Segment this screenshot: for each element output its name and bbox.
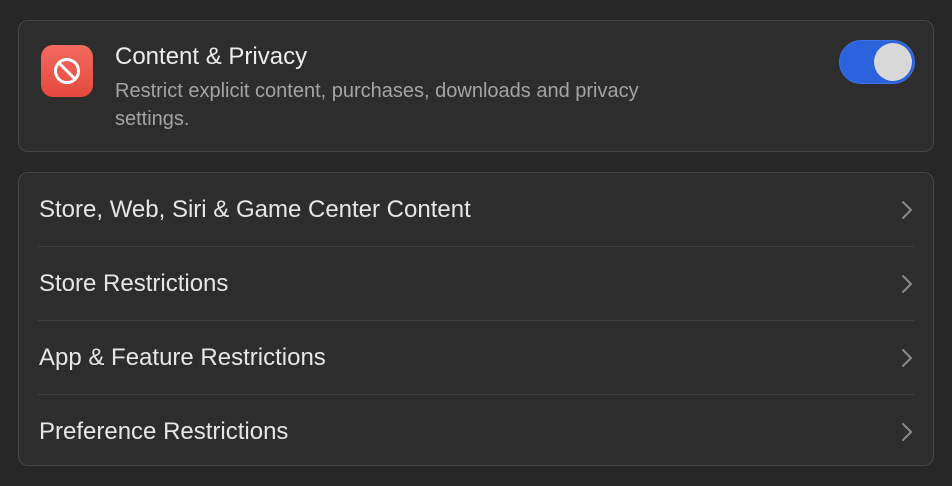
row-label: Preference Restrictions [39, 418, 289, 445]
toggle-knob[interactable] [874, 43, 912, 81]
content-privacy-header-card: Content & Privacy Restrict explicit cont… [18, 20, 934, 152]
restriction-icon [41, 45, 93, 97]
row-label: Store Restrictions [39, 270, 229, 297]
content-privacy-toggle[interactable] [839, 40, 915, 84]
row-label: App & Feature Restrictions [39, 344, 326, 371]
chevron-right-icon [902, 201, 912, 219]
row-store-web-siri-game-center[interactable]: Store, Web, Siri & Game Center Content [19, 173, 933, 246]
header-description: Restrict explicit content, purchases, do… [115, 80, 639, 130]
row-store-restrictions[interactable]: Store Restrictions [19, 247, 933, 320]
chevron-right-icon [902, 423, 912, 441]
header-title: Content & Privacy [115, 43, 308, 70]
row-preference-restrictions[interactable]: Preference Restrictions [19, 395, 933, 468]
chevron-right-icon [902, 349, 912, 367]
restrictions-list: Store, Web, Siri & Game Center Content S… [18, 172, 934, 466]
row-label: Store, Web, Siri & Game Center Content [39, 196, 471, 223]
row-app-feature-restrictions[interactable]: App & Feature Restrictions [19, 321, 933, 394]
chevron-right-icon [902, 275, 912, 293]
